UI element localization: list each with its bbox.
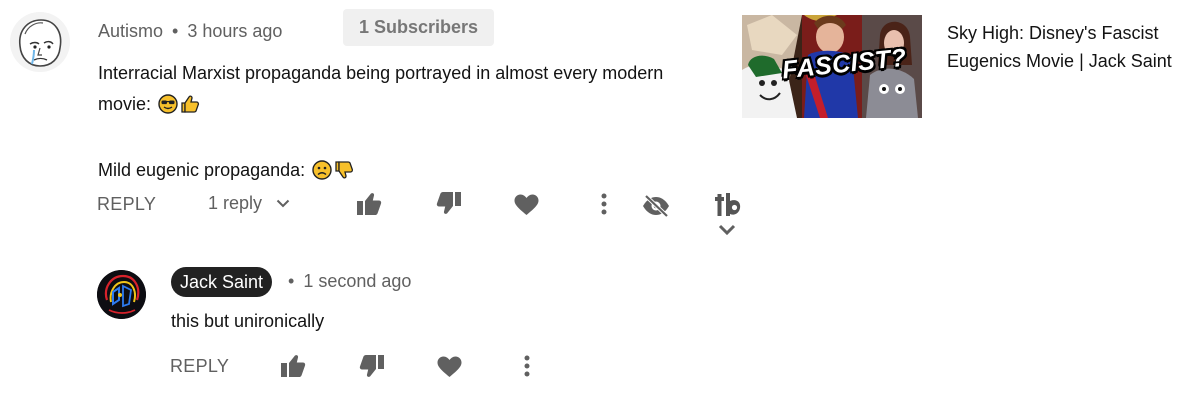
neon-avatar-image bbox=[97, 270, 146, 319]
subscribers-badge: 1 Subscribers bbox=[343, 9, 495, 46]
more-options-button[interactable] bbox=[510, 349, 544, 383]
chevron-down-icon bbox=[718, 224, 736, 235]
comment-line: Interracial Marxist propaganda being por… bbox=[98, 63, 664, 83]
comment-body: Interracial Marxist propaganda being por… bbox=[98, 58, 738, 190]
reply-button[interactable]: REPLY bbox=[97, 194, 156, 215]
tubebuddy-icon bbox=[715, 193, 741, 216]
heart-button[interactable] bbox=[509, 188, 543, 222]
comment-meta: Autismo • 3 hours ago bbox=[98, 21, 282, 42]
comment-line: movie: bbox=[98, 89, 738, 124]
dislike-icon bbox=[359, 355, 384, 377]
heart-icon bbox=[514, 194, 538, 215]
commenter-avatar[interactable] bbox=[10, 12, 70, 72]
more-vert-icon bbox=[524, 355, 530, 377]
like-button[interactable] bbox=[352, 187, 386, 221]
expand-button[interactable] bbox=[710, 217, 744, 241]
more-vert-icon bbox=[601, 193, 607, 215]
reply-meta: • 1 second ago bbox=[288, 271, 411, 292]
meta-separator: • bbox=[172, 21, 179, 41]
reply-body: this but unironically bbox=[171, 311, 325, 331]
meta-separator: • bbox=[288, 271, 295, 291]
chevron-down-icon bbox=[276, 199, 290, 208]
dislike-icon bbox=[436, 192, 461, 214]
thumbs-up-emoji-icon bbox=[180, 93, 200, 124]
reply-time[interactable]: 1 second ago bbox=[303, 271, 411, 291]
more-options-button[interactable] bbox=[587, 187, 621, 221]
comment-actions: REPLY 1 reply bbox=[0, 185, 760, 235]
heart-button[interactable] bbox=[432, 350, 466, 384]
reply-author-chip[interactable]: Jack Saint bbox=[171, 267, 273, 297]
like-button[interactable] bbox=[276, 349, 310, 383]
view-replies-button[interactable]: 1 reply bbox=[208, 193, 290, 214]
reply-author-avatar[interactable] bbox=[97, 270, 146, 319]
hide-icon bbox=[643, 195, 669, 217]
like-icon bbox=[281, 355, 306, 377]
comment-line-text: Mild eugenic propaganda: bbox=[98, 160, 306, 180]
comment-line-text: movie: bbox=[98, 94, 152, 114]
video-title-link[interactable]: Sky High: Disney's Fascist Eugenics Movi… bbox=[947, 19, 1197, 75]
reply-button[interactable]: REPLY bbox=[170, 356, 229, 377]
dislike-button[interactable] bbox=[355, 349, 389, 383]
wojak-avatar-image bbox=[10, 12, 70, 72]
sunglasses-emoji-icon bbox=[158, 93, 178, 124]
comment-time[interactable]: 3 hours ago bbox=[187, 21, 282, 41]
video-thumbnail[interactable]: FASCIST? bbox=[742, 15, 922, 118]
hide-comment-button[interactable] bbox=[639, 189, 673, 223]
heart-icon bbox=[437, 356, 461, 377]
dislike-button[interactable] bbox=[432, 186, 466, 220]
replies-count-label: 1 reply bbox=[208, 193, 263, 213]
reply-actions: REPLY bbox=[0, 347, 760, 387]
like-icon bbox=[357, 193, 382, 215]
comment-author[interactable]: Autismo bbox=[98, 21, 163, 41]
